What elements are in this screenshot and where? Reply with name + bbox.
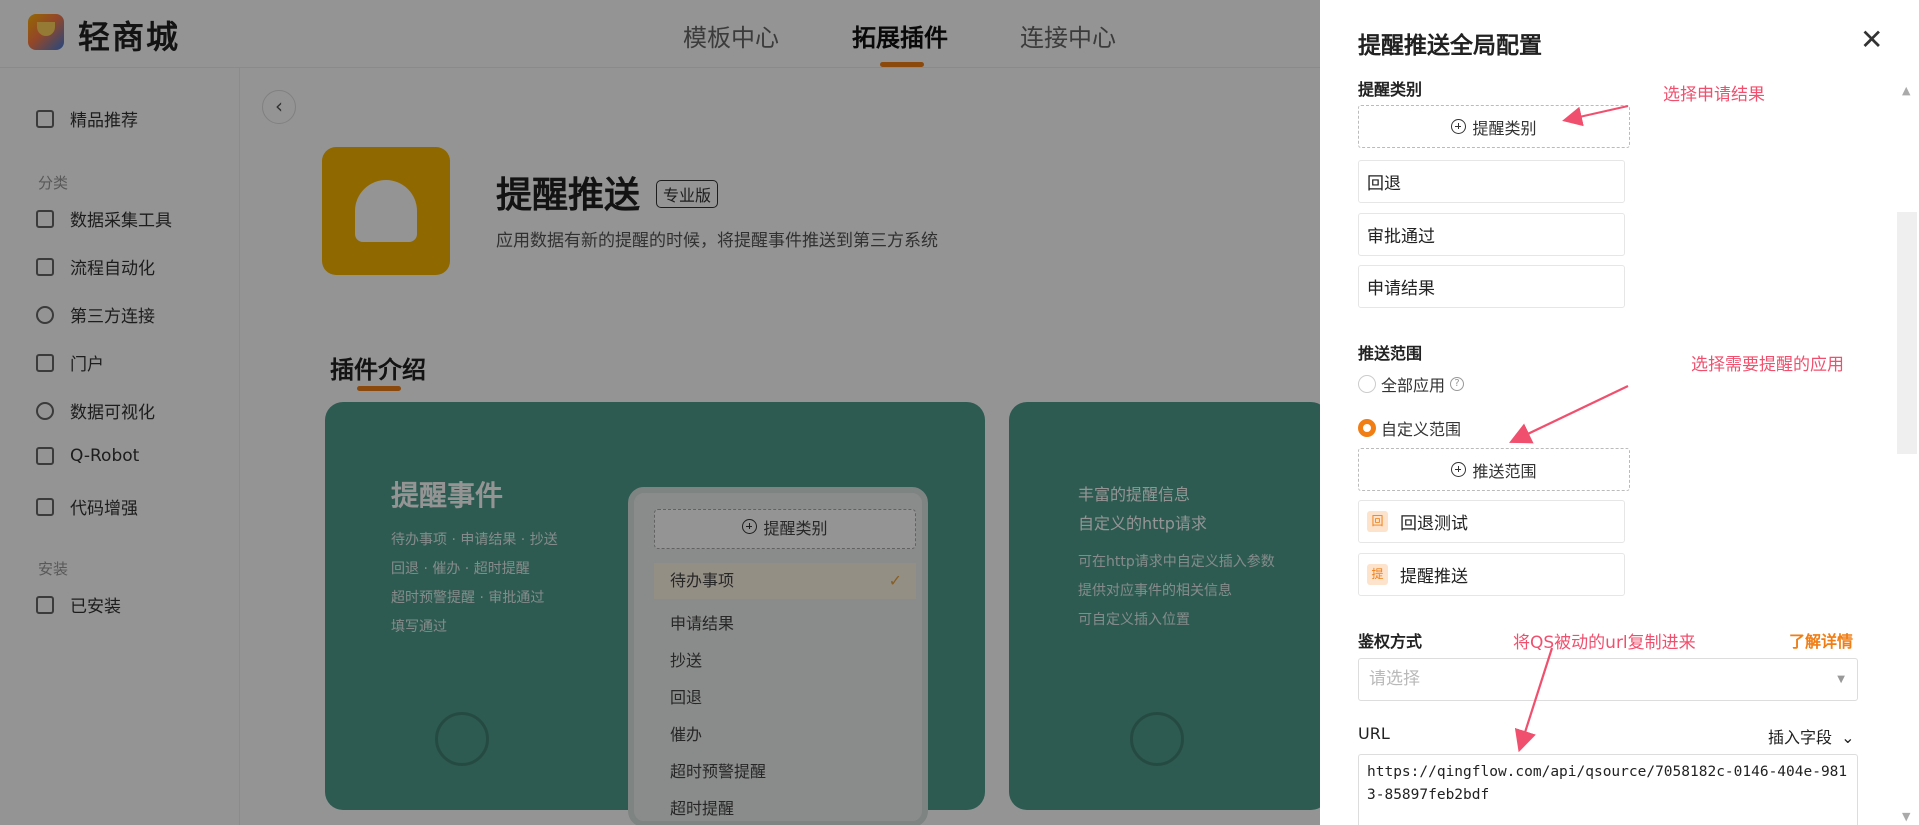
app-root: 轻商城 模板中心 拓展插件 连接中心 精品推荐 分类 数据采集工具 流程自动化 … bbox=[0, 0, 1919, 825]
modal-backdrop[interactable] bbox=[0, 0, 1320, 825]
push-scope-app[interactable]: 回 回退测试 bbox=[1358, 500, 1625, 543]
push-scope-label: 推送范围 bbox=[1358, 344, 1423, 363]
url-textarea[interactable]: https://qingflow.com/api/qsource/7058182… bbox=[1358, 754, 1858, 825]
annotation-select-apps: 选择需要提醒的应用 bbox=[1691, 355, 1844, 375]
close-icon: ✕ bbox=[1860, 23, 1884, 56]
radio-checked[interactable] bbox=[1358, 419, 1376, 437]
config-drawer: 提醒推送全局配置 ✕ ▲ ▼ 提醒类别 提醒类别 回退 审批通过 申请结果 推送… bbox=[1320, 0, 1919, 825]
push-scope-app[interactable]: 提 提醒推送 bbox=[1358, 553, 1625, 596]
add-push-scope-button[interactable]: 推送范围 bbox=[1358, 448, 1630, 491]
radio-label: 全部应用 bbox=[1381, 376, 1446, 395]
radio-label: 自定义范围 bbox=[1381, 420, 1462, 439]
annotation-copy-url: 将QS被动的url复制进来 bbox=[1513, 633, 1696, 653]
app-name: 提醒推送 bbox=[1400, 567, 1468, 587]
reminder-type-label: 提醒类别 bbox=[1358, 80, 1423, 99]
auth-method-label: 鉴权方式 bbox=[1358, 632, 1423, 651]
reminder-type-item[interactable]: 回退 bbox=[1358, 160, 1625, 203]
drawer-title: 提醒推送全局配置 bbox=[1358, 33, 1542, 59]
caret-down-icon: ▼ bbox=[1837, 674, 1845, 685]
chevron-down-icon: ⌄ bbox=[1841, 728, 1855, 747]
app-icon: 提 bbox=[1367, 564, 1388, 585]
radio-all-apps[interactable]: 全部应用 ? bbox=[1358, 372, 1465, 396]
auth-method-select[interactable]: 请选择 ▼ bbox=[1358, 658, 1858, 701]
add-reminder-type-button[interactable]: 提醒类别 bbox=[1358, 105, 1630, 148]
learn-more-link[interactable]: 了解详情 bbox=[1789, 628, 1853, 652]
button-label: 推送范围 bbox=[1472, 461, 1537, 481]
close-button[interactable]: ✕ bbox=[1860, 26, 1883, 54]
reminder-type-item[interactable]: 申请结果 bbox=[1358, 265, 1625, 308]
help-icon[interactable]: ? bbox=[1450, 377, 1465, 391]
scrollbar-thumb[interactable] bbox=[1897, 212, 1917, 454]
app-icon: 回 bbox=[1367, 511, 1388, 532]
select-placeholder: 请选择 bbox=[1369, 669, 1420, 689]
insert-field-dropdown[interactable]: 插入字段 ⌄ bbox=[1768, 724, 1855, 748]
arrow-to-push-scope bbox=[1509, 385, 1629, 444]
scroll-down-icon[interactable]: ▼ bbox=[1902, 810, 1910, 823]
button-label: 提醒类别 bbox=[1472, 118, 1537, 138]
insert-field-label: 插入字段 bbox=[1768, 728, 1833, 747]
radio-unchecked[interactable] bbox=[1358, 375, 1376, 393]
url-label: URL bbox=[1358, 724, 1390, 743]
scroll-up-icon[interactable]: ▲ bbox=[1902, 84, 1910, 97]
app-name: 回退测试 bbox=[1400, 514, 1468, 534]
plus-circle-icon bbox=[1451, 119, 1467, 134]
annotation-select-result: 选择申请结果 bbox=[1663, 85, 1765, 105]
plus-circle-icon bbox=[1451, 462, 1467, 477]
radio-custom-scope[interactable]: 自定义范围 bbox=[1358, 416, 1461, 440]
reminder-type-item[interactable]: 审批通过 bbox=[1358, 213, 1625, 256]
